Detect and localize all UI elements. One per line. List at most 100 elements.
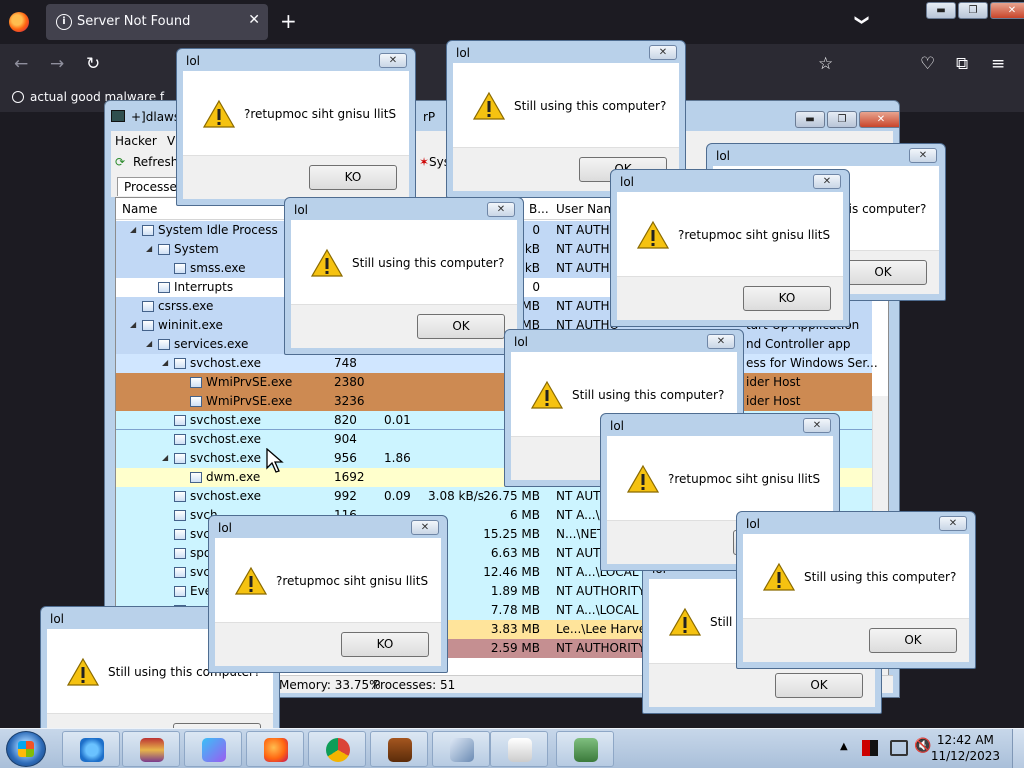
taskbar-app-winrar[interactable] <box>122 731 180 767</box>
process-memory: 3.83 MB <box>490 622 540 636</box>
text-editor-icon <box>508 738 532 762</box>
reload-icon[interactable]: ↻ <box>86 54 100 74</box>
dialog-ok-button[interactable]: OK <box>869 628 957 653</box>
process-name: svchost.exe <box>190 356 261 370</box>
close-tab-icon[interactable]: ✕ <box>248 12 260 28</box>
clock-time: 12:42 AM <box>936 733 994 747</box>
dialog-footer: OK <box>291 304 517 348</box>
process-icon <box>174 434 186 445</box>
tab-title: Server Not Found <box>77 14 191 29</box>
expand-triangle-icon[interactable]: ◢ <box>162 358 168 367</box>
tray-chevron-icon[interactable]: ▲ <box>840 741 848 752</box>
dialog-ok-button[interactable]: KO <box>743 286 831 311</box>
process-memory: 26.75 MB <box>483 489 540 503</box>
process-memory: 1.89 MB <box>490 584 540 598</box>
dialog-ok-button[interactable]: KO <box>341 632 429 657</box>
ph-close-button[interactable]: ✕ <box>859 111 899 128</box>
dialog-ok-button[interactable]: OK <box>775 673 863 698</box>
warning-icon <box>763 562 795 591</box>
taskbar-app-internet-explorer[interactable] <box>62 731 120 767</box>
process-user: NT A...\L <box>556 508 607 522</box>
taskbar-app-firefox[interactable] <box>246 731 304 767</box>
status-processes: Processes: 51 <box>373 678 456 692</box>
process-icon <box>158 339 170 350</box>
process-pid: 820 <box>334 413 357 427</box>
dialog-ok-button[interactable]: OK <box>839 260 927 285</box>
dialog-close-button[interactable]: ✕ <box>803 418 831 433</box>
notepad-icon <box>450 738 474 762</box>
expand-triangle-icon[interactable]: ◢ <box>146 244 152 253</box>
menu-hacker[interactable]: Hacker <box>115 134 157 148</box>
process-memory: 6 MB <box>509 508 540 522</box>
tab-server-not-found[interactable]: i Server Not Found ✕ <box>46 4 268 40</box>
process-name: svchost.exe <box>190 413 261 427</box>
warning-icon <box>235 566 267 595</box>
dialog-close-button[interactable]: ✕ <box>379 53 407 68</box>
extensions-icon[interactable]: ⧉ <box>956 54 968 74</box>
clock[interactable]: 12:42 AM 11/12/2023 <box>931 733 1000 763</box>
ph-maximize-button[interactable]: ❐ <box>827 111 857 128</box>
taskbar-app-chrome[interactable] <box>308 731 366 767</box>
volume-muted-icon[interactable]: 🔇 <box>914 738 931 754</box>
process-row[interactable]: WmiPrvSE.exe23802ider Host <box>116 373 872 392</box>
dialog-close-button[interactable]: ✕ <box>649 45 677 60</box>
process-pid: 2380 <box>334 375 365 389</box>
back-icon[interactable]: ← <box>14 54 28 74</box>
process-name: svchost.exe <box>190 432 261 446</box>
dialog-ok-button[interactable]: OK <box>417 314 505 339</box>
dialog-footer: KO <box>617 276 843 320</box>
process-row[interactable]: ◢ svchost.exe 748 ess for Windows Ser... <box>116 354 878 373</box>
process-user: N...\NET <box>556 527 605 541</box>
new-tab-button[interactable]: + <box>280 9 297 33</box>
process-icon <box>174 358 186 369</box>
taskbar-app-malware-installer[interactable] <box>370 731 428 767</box>
pocket-icon[interactable]: ♡ <box>920 54 935 74</box>
expand-triangle-icon[interactable]: ◢ <box>130 320 136 329</box>
taskbar-app-notepad[interactable] <box>432 731 490 767</box>
process-memory: 7.78 MB <box>490 603 540 617</box>
dialog-close-button[interactable]: ✕ <box>909 148 937 163</box>
dialog-close-button[interactable]: ✕ <box>707 334 735 349</box>
action-center-icon[interactable] <box>862 740 878 756</box>
dialog-body: Still using this computer? OK <box>291 220 517 348</box>
close-window-button[interactable]: ✕ <box>990 2 1024 19</box>
dialog-close-button[interactable]: ✕ <box>813 174 841 189</box>
dialog-ok-button[interactable]: KO <box>309 165 397 190</box>
process-description: ider Host <box>746 394 801 408</box>
column-io[interactable]: B... <box>529 202 549 216</box>
dialog-close-button[interactable]: ✕ <box>939 516 967 531</box>
expand-triangle-icon[interactable]: ◢ <box>146 339 152 348</box>
list-all-tabs-button[interactable]: ❯ <box>854 14 870 26</box>
warning-icon <box>627 464 659 493</box>
process-row[interactable]: WmiPrvSE.exe32363ider Host <box>116 392 872 411</box>
process-icon <box>174 586 186 597</box>
warning-icon <box>473 91 505 120</box>
network-icon[interactable] <box>890 740 908 756</box>
expand-triangle-icon[interactable]: ◢ <box>130 225 136 234</box>
dialog-title: lol <box>610 419 625 433</box>
process-memory: kB <box>524 261 540 275</box>
dialog-close-button[interactable]: ✕ <box>487 202 515 217</box>
firefox-logo-icon[interactable] <box>9 12 29 32</box>
process-memory: 0 <box>532 280 540 294</box>
column-name[interactable]: Name <box>122 202 157 216</box>
ph-window-controls: ▬ ❐ ✕ <box>795 111 899 129</box>
process-memory: kB <box>524 242 540 256</box>
taskbar-app-network-app[interactable] <box>556 731 614 767</box>
ph-minimize-button[interactable]: ▬ <box>795 111 825 128</box>
dialog-close-button[interactable]: ✕ <box>411 520 439 535</box>
taskbar-app-itunes[interactable] <box>184 731 242 767</box>
show-desktop-button[interactable] <box>1012 729 1024 768</box>
taskbar-app-text-editor[interactable] <box>490 731 548 767</box>
bookmark-star-icon[interactable]: ☆ <box>818 54 833 74</box>
forward-icon[interactable]: → <box>50 54 64 74</box>
process-icon <box>142 320 154 331</box>
start-button[interactable] <box>6 731 46 767</box>
expand-triangle-icon[interactable]: ◢ <box>162 453 168 462</box>
app-menu-icon[interactable]: ≡ <box>991 54 1005 74</box>
restore-button[interactable]: ❐ <box>958 2 988 19</box>
refresh-button[interactable]: Refresh <box>133 155 178 169</box>
minimize-button[interactable]: ▬ <box>926 2 956 19</box>
process-memory: 0 <box>532 223 540 237</box>
dialog-title: lol <box>218 521 233 535</box>
